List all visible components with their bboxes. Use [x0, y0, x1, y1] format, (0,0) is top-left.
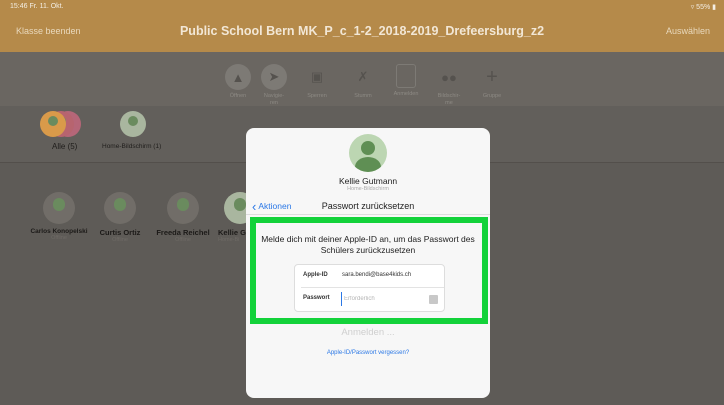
action-mute[interactable]: ✗ Stumm: [345, 64, 381, 100]
lock-icon: ▣: [310, 69, 324, 84]
action-label: Gruppe: [482, 93, 502, 99]
reset-password-dialog: Kellie Gutmann Home-Bildschirm Passwort …: [246, 128, 490, 398]
action-open[interactable]: ▲ Öffnen: [220, 64, 256, 100]
student-status: Offline: [51, 235, 67, 241]
mute-icon: ✗: [357, 69, 369, 84]
group-all[interactable]: Alle (5): [40, 111, 94, 151]
apple-id-label: Apple-ID: [303, 272, 328, 278]
battery-indicator: ▿ 55% ▮: [691, 3, 716, 11]
action-label: Stumm: [354, 93, 372, 99]
chevron-left-icon: ‹: [252, 198, 257, 214]
instructions-text: Melde dich mit deiner Apple-ID an, um da…: [261, 234, 475, 255]
student-tile[interactable]: Carlos Konopelski Offline: [28, 192, 90, 241]
apps-icon: ▲: [225, 64, 251, 90]
action-group[interactable]: + Gruppe: [474, 64, 510, 100]
action-navigate[interactable]: ➤ Navigie- ren: [256, 64, 292, 107]
action-label: Navigie- ren: [263, 93, 285, 106]
select-button[interactable]: Auswählen: [666, 26, 710, 36]
screen-icon: [396, 64, 416, 88]
password-field[interactable]: [341, 292, 436, 306]
student-tile[interactable]: Curtis Ortiz Offline: [94, 192, 146, 243]
compass-icon: ➤: [261, 64, 287, 90]
group-label: Home-Bildschirm (1): [102, 143, 162, 150]
login-form: Apple-ID sara.bendi@base4kids.ch Passwor…: [294, 264, 445, 312]
forgot-password-link[interactable]: Apple-ID/Passwort vergessen?: [246, 350, 490, 356]
password-key-icon[interactable]: [429, 295, 438, 304]
action-signin[interactable]: Anmelden: [388, 64, 424, 98]
avatar: [349, 134, 387, 172]
status-bar: 15:46 Fr. 11. Okt. ▿ 55% ▮: [0, 0, 724, 14]
password-label: Passwort: [303, 295, 330, 301]
avatar-body: [355, 157, 381, 172]
binoculars-icon: ●●: [441, 69, 457, 85]
back-button[interactable]: ‹ Aktionen: [252, 198, 292, 214]
plus-icon: +: [486, 65, 498, 88]
action-screens[interactable]: ●● Bildschir- me: [431, 64, 467, 107]
apple-id-value[interactable]: sara.bendi@base4kids.ch: [342, 272, 411, 278]
back-label: Aktionen: [258, 201, 292, 211]
battery-percent: 55%: [696, 4, 711, 11]
group-home-screen[interactable]: Home-Bildschirm (1): [102, 111, 182, 151]
avatar-head: [361, 141, 375, 155]
action-label: Sperren: [307, 93, 327, 99]
wifi-icon: ▿: [690, 4, 695, 11]
action-label: Anmelden: [393, 91, 419, 97]
password-row[interactable]: Passwort: [295, 288, 444, 311]
student-name: Freeda Reichel: [156, 228, 210, 237]
student-name: Kellie Gutmann: [338, 176, 398, 186]
avatar: [104, 192, 136, 224]
student-status: Home-Bildschirm: [347, 186, 389, 192]
avatar: [43, 192, 75, 224]
student-status: Offline: [175, 237, 191, 243]
status-time-date: 15:46 Fr. 11. Okt.: [10, 3, 64, 10]
divider: [246, 214, 490, 215]
apple-id-row[interactable]: Apple-ID sara.bendi@base4kids.ch: [295, 265, 444, 288]
student-name: Curtis Ortiz: [99, 228, 141, 237]
avatar: [120, 111, 146, 137]
student-name: Carlos Konopelski: [30, 228, 88, 235]
action-lock[interactable]: ▣ Sperren: [299, 64, 335, 100]
action-label: Öffnen: [229, 93, 247, 99]
class-title: Public School Bern MK_P_c_1-2_2018-2019_…: [179, 24, 545, 38]
student-status: Offline: [112, 237, 128, 243]
sign-in-button[interactable]: Anmelden ...: [246, 327, 490, 338]
avatar: [40, 111, 66, 137]
battery-icon: ▮: [712, 4, 716, 11]
avatar: [167, 192, 199, 224]
student-tile[interactable]: Freeda Reichel Offline: [150, 192, 216, 243]
action-label: Bildschir- me: [437, 93, 461, 106]
group-label: Alle (5): [52, 142, 78, 151]
